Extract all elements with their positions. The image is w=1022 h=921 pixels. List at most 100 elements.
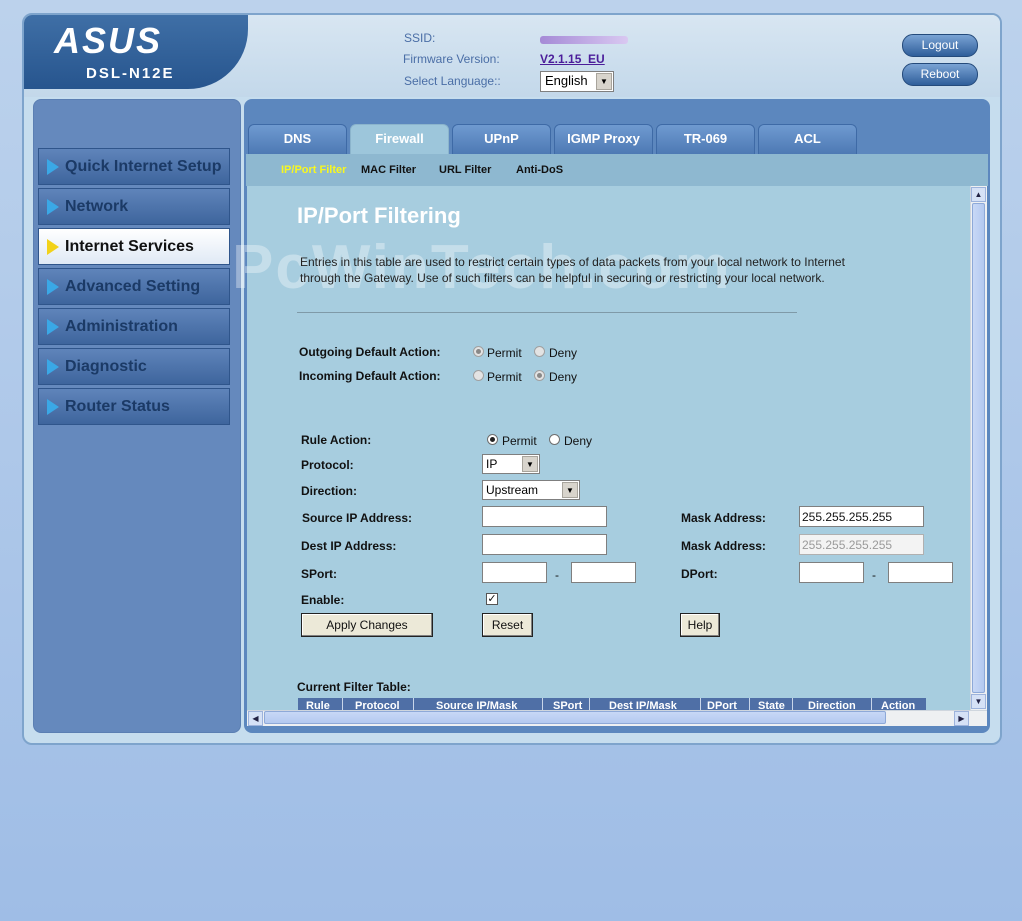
arrow-right-icon <box>47 239 59 255</box>
subtab-mac-filter[interactable]: MAC Filter <box>361 164 416 176</box>
page-description: Entries in this table are used to restri… <box>300 255 845 285</box>
ssid-value-redacted <box>540 36 628 44</box>
rule-deny-radio[interactable] <box>549 434 560 445</box>
sidebar-item-label: Advanced Setting <box>65 278 201 295</box>
arrow-right-icon <box>47 359 59 375</box>
subtab-bar <box>246 154 988 186</box>
scroll-left-icon[interactable]: ◀ <box>248 711 263 726</box>
tab-igmp-proxy[interactable]: IGMP Proxy <box>554 124 653 154</box>
incoming-permit-label: Permit <box>487 370 522 384</box>
sidebar-item-label: Network <box>65 198 129 215</box>
subtab-ip-port-filter[interactable]: IP/Port Filter <box>281 164 346 176</box>
arrow-right-icon <box>47 279 59 295</box>
filter-table-title: Current Filter Table: <box>297 680 411 694</box>
rule-action-label: Rule Action: <box>301 433 372 447</box>
outgoing-permit-label: Permit <box>487 346 522 360</box>
sidebar-item-network[interactable]: Network <box>38 188 230 225</box>
dport-start-input[interactable] <box>799 562 864 583</box>
sidebar-item-router-status[interactable]: Router Status <box>38 388 230 425</box>
subtab-anti-dos[interactable]: Anti-DoS <box>516 164 563 176</box>
model-name: DSL-N12E <box>86 65 175 82</box>
dest-ip-label: Dest IP Address: <box>301 539 397 553</box>
incoming-default-label: Incoming Default Action: <box>299 369 441 383</box>
ssid-label: SSID: <box>404 31 436 45</box>
dport-end-input[interactable] <box>888 562 953 583</box>
direction-select[interactable]: Upstream ▼ <box>482 480 580 500</box>
sidebar-item-advanced-setting[interactable]: Advanced Setting <box>38 268 230 305</box>
arrow-right-icon <box>47 159 59 175</box>
sidebar-item-administration[interactable]: Administration <box>38 308 230 345</box>
scroll-right-icon[interactable]: ▶ <box>954 711 969 726</box>
language-value: English <box>545 73 588 88</box>
apply-changes-button[interactable]: Apply Changes <box>301 613 433 637</box>
scroll-down-icon[interactable]: ▼ <box>971 694 986 709</box>
scroll-up-icon[interactable]: ▲ <box>971 187 986 202</box>
dest-mask-label: Mask Address: <box>681 539 766 553</box>
incoming-permit-radio[interactable] <box>473 370 484 381</box>
column-divider <box>342 698 343 710</box>
protocol-select[interactable]: IP ▼ <box>482 454 540 474</box>
sport-end-input[interactable] <box>571 562 636 583</box>
column-divider <box>700 698 701 710</box>
chevron-down-icon: ▼ <box>562 482 578 498</box>
incoming-deny-radio[interactable] <box>534 370 545 381</box>
subtab-url-filter[interactable]: URL Filter <box>439 164 491 176</box>
dest-ip-input[interactable] <box>482 534 607 555</box>
protocol-value: IP <box>486 457 498 471</box>
tab-firewall[interactable]: Firewall <box>350 124 449 154</box>
logout-button[interactable]: Logout <box>902 34 978 57</box>
sport-label: SPort: <box>301 567 337 581</box>
chevron-down-icon: ▼ <box>522 456 538 472</box>
sidebar-item-label: Router Status <box>65 398 170 415</box>
help-button[interactable]: Help <box>680 613 720 637</box>
column-divider <box>542 698 543 710</box>
reboot-button[interactable]: Reboot <box>902 63 978 86</box>
direction-value: Upstream <box>486 483 539 497</box>
arrow-right-icon <box>47 399 59 415</box>
language-select[interactable]: English ▼ <box>540 71 614 92</box>
sidebar-item-diagnostic[interactable]: Diagnostic <box>38 348 230 385</box>
column-divider <box>792 698 793 710</box>
rule-deny-label: Deny <box>564 434 593 448</box>
sidebar-item-label: Quick Internet Setup <box>65 158 222 175</box>
outgoing-deny-label: Deny <box>549 346 578 360</box>
tab-acl[interactable]: ACL <box>758 124 857 154</box>
source-mask-input[interactable]: 255.255.255.255 <box>799 506 924 527</box>
column-divider <box>871 698 872 710</box>
firmware-label: Firmware Version: <box>403 52 500 66</box>
incoming-deny-label: Deny <box>549 370 578 384</box>
enable-checkbox[interactable]: ✓ <box>486 593 498 605</box>
rule-permit-radio[interactable] <box>487 434 498 445</box>
vertical-scroll-thumb[interactable] <box>972 203 985 693</box>
arrow-right-icon <box>47 319 59 335</box>
outgoing-permit-radio[interactable] <box>473 346 484 357</box>
dport-label: DPort: <box>681 567 718 581</box>
outgoing-default-label: Outgoing Default Action: <box>299 345 441 359</box>
divider <box>297 312 797 313</box>
column-divider <box>589 698 590 710</box>
chevron-down-icon: ▼ <box>596 73 612 90</box>
horizontal-scroll-thumb[interactable] <box>264 711 886 724</box>
outgoing-deny-radio[interactable] <box>534 346 545 357</box>
reset-button[interactable]: Reset <box>482 613 533 637</box>
arrow-right-icon <box>47 199 59 215</box>
language-label: Select Language:: <box>404 74 501 88</box>
asus-logo: ASUS <box>54 20 163 61</box>
tab-dns[interactable]: DNS <box>248 124 347 154</box>
sidebar-item-quick-internet-setup[interactable]: Quick Internet Setup <box>38 148 230 185</box>
sport-start-input[interactable] <box>482 562 547 583</box>
direction-label: Direction: <box>301 484 358 498</box>
rule-permit-label: Permit <box>502 434 537 448</box>
tab-upnp[interactable]: UPnP <box>452 124 551 154</box>
page-title: IP/Port Filtering <box>297 203 461 228</box>
firmware-link[interactable]: V2.1.15_EU <box>540 52 605 66</box>
source-mask-label: Mask Address: <box>681 511 766 525</box>
source-ip-input[interactable] <box>482 506 607 527</box>
dest-mask-input[interactable]: 255.255.255.255 <box>799 534 924 555</box>
source-ip-label: Source IP Address: <box>302 511 413 525</box>
protocol-label: Protocol: <box>301 458 354 472</box>
dport-dash: - <box>872 568 876 582</box>
sidebar-item-label: Diagnostic <box>65 358 147 375</box>
sidebar-item-internet-services[interactable]: Internet Services <box>38 228 230 265</box>
tab-tr-069[interactable]: TR-069 <box>656 124 755 154</box>
